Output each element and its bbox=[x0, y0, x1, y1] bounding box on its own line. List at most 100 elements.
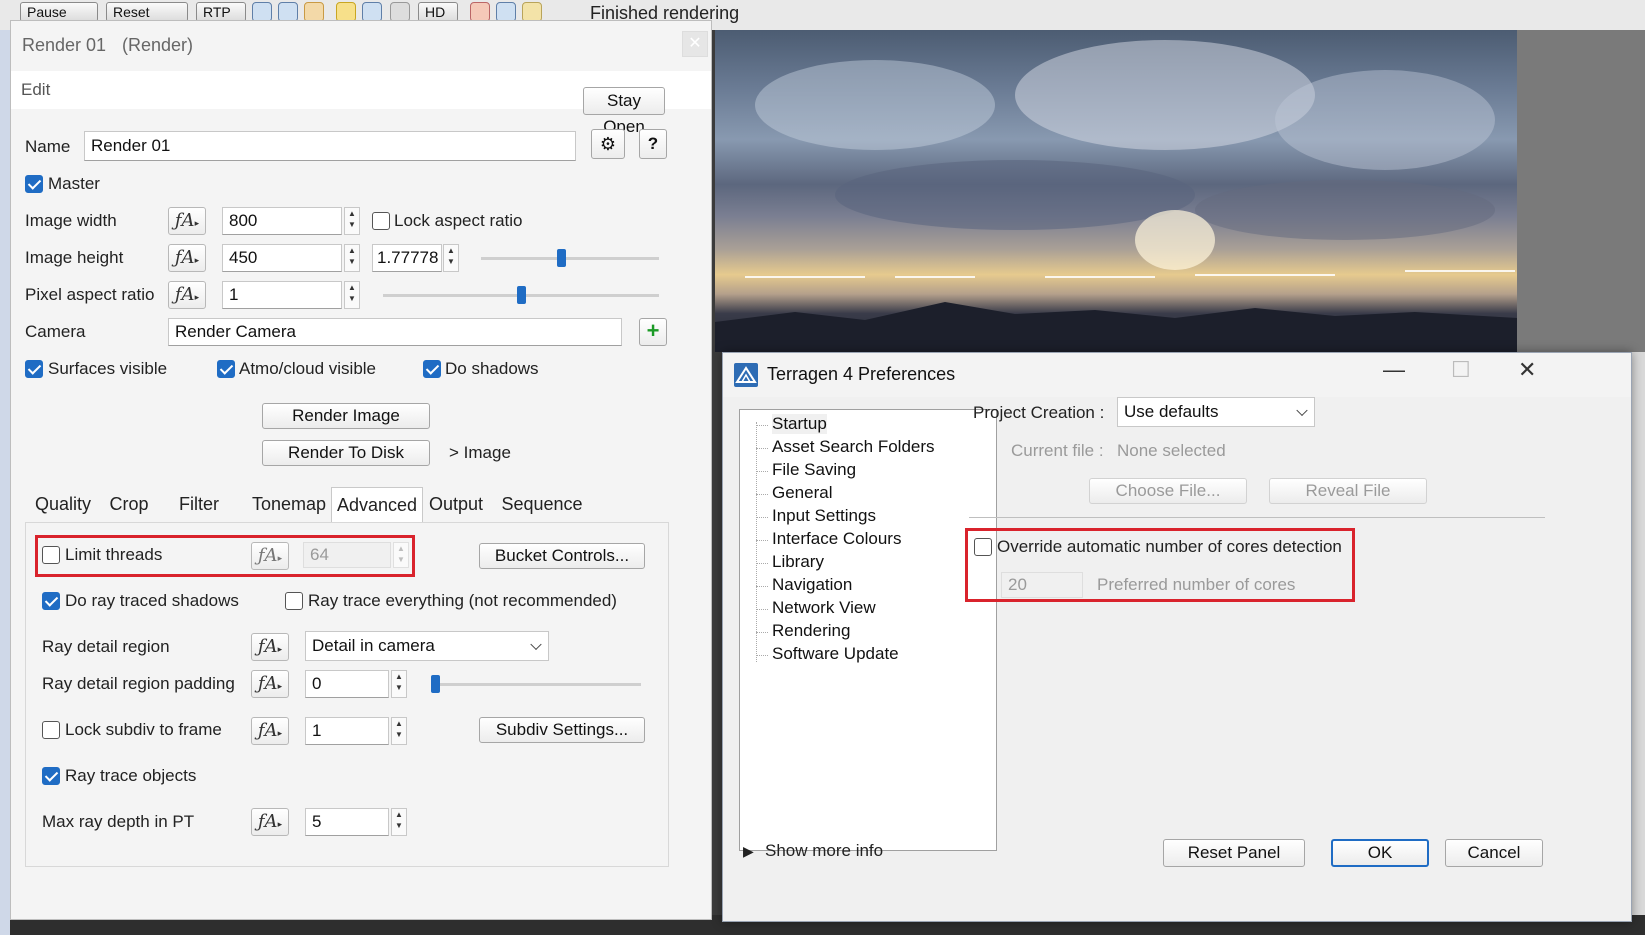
function-icon[interactable]: ƒA▸ bbox=[251, 633, 289, 661]
ray-trace-everything-checkbox[interactable] bbox=[285, 592, 303, 610]
gear-icon[interactable]: ⚙ bbox=[591, 129, 625, 159]
max-ray-depth-field[interactable]: 5 bbox=[305, 808, 389, 836]
pixel-aspect-slider-thumb[interactable] bbox=[516, 286, 526, 304]
view-icon-6[interactable] bbox=[390, 2, 410, 22]
max-ray-depth-stepper[interactable]: ▲ ▼ bbox=[391, 808, 407, 836]
aspect-ratio-stepper[interactable]: ▲ ▼ bbox=[443, 244, 459, 272]
view-icon-3[interactable] bbox=[304, 2, 324, 22]
choose-file-button[interactable]: Choose File... bbox=[1089, 478, 1247, 504]
pixel-aspect-field[interactable]: 1 bbox=[222, 281, 342, 309]
function-icon[interactable]: ƒA▸ bbox=[251, 717, 289, 745]
image-height-field[interactable]: 450 bbox=[222, 244, 342, 272]
ray-trace-objects-checkbox[interactable] bbox=[42, 767, 60, 785]
tree-item-interface-colours[interactable]: Interface Colours bbox=[772, 529, 901, 549]
tab-sequence[interactable]: Sequence bbox=[497, 487, 587, 523]
function-icon[interactable]: ƒA▸ bbox=[168, 207, 206, 235]
override-cores-checkbox[interactable] bbox=[974, 538, 992, 556]
aspect-ratio-slider-thumb[interactable] bbox=[557, 249, 567, 267]
ok-button[interactable]: OK bbox=[1331, 839, 1429, 867]
copy-icon[interactable] bbox=[496, 2, 516, 22]
aspect-ratio-field[interactable]: 1.77778 bbox=[372, 244, 442, 272]
reveal-file-button[interactable]: Reveal File bbox=[1269, 478, 1427, 504]
menu-edit[interactable]: Edit bbox=[21, 80, 50, 100]
pixel-aspect-stepper[interactable]: ▲ ▼ bbox=[344, 281, 360, 309]
master-checkbox[interactable] bbox=[25, 175, 43, 193]
image-link[interactable]: > Image bbox=[449, 443, 511, 463]
atmo-visible-checkbox[interactable] bbox=[217, 360, 235, 378]
render-image-button[interactable]: Render Image bbox=[262, 403, 430, 429]
do-shadows-checkbox[interactable] bbox=[423, 360, 441, 378]
tab-crop[interactable]: Crop bbox=[101, 487, 157, 523]
show-more-info-link[interactable]: Show more info bbox=[765, 841, 883, 861]
ray-detail-padding-field[interactable]: 0 bbox=[305, 670, 389, 698]
tree-item-network-view[interactable]: Network View bbox=[772, 598, 876, 618]
aspect-ratio-slider[interactable] bbox=[481, 257, 659, 260]
function-icon[interactable]: ƒA▸ bbox=[251, 808, 289, 836]
view-icon-2[interactable] bbox=[278, 2, 298, 22]
maximize-icon[interactable]: ☐ bbox=[1451, 357, 1471, 383]
limit-threads-field[interactable]: 64 bbox=[303, 542, 391, 568]
function-icon[interactable]: ƒA▸ bbox=[168, 281, 206, 309]
dialog-titlebar[interactable]: Terragen 4 Preferences — ☐ ✕ bbox=[723, 353, 1631, 397]
image-width-field[interactable]: 800 bbox=[222, 207, 342, 235]
tab-filter[interactable]: Filter bbox=[171, 487, 227, 523]
tree-item-asset-search-folders[interactable]: Asset Search Folders bbox=[772, 437, 935, 457]
tree-item-input-settings[interactable]: Input Settings bbox=[772, 506, 876, 526]
panel-titlebar[interactable]: Render 01 (Render) ✕ bbox=[11, 21, 711, 71]
lock-subdiv-checkbox[interactable] bbox=[42, 721, 60, 739]
function-icon[interactable]: ƒA▸ bbox=[251, 670, 289, 698]
reset-panel-button[interactable]: Reset Panel bbox=[1163, 839, 1305, 867]
tree-item-startup[interactable]: Startup bbox=[772, 414, 827, 434]
function-icon[interactable]: ƒA▸ bbox=[251, 542, 289, 570]
ray-detail-padding-stepper[interactable]: ▲ ▼ bbox=[391, 670, 407, 698]
reset-button[interactable]: Reset bbox=[106, 2, 188, 22]
bucket-controls-button[interactable]: Bucket Controls... bbox=[479, 543, 645, 569]
tab-output[interactable]: Output bbox=[423, 487, 489, 523]
tree-item-rendering[interactable]: Rendering bbox=[772, 621, 850, 641]
image-height-stepper[interactable]: ▲ ▼ bbox=[344, 244, 360, 272]
tab-quality[interactable]: Quality bbox=[31, 487, 95, 523]
tab-tonemap[interactable]: Tonemap bbox=[247, 487, 331, 523]
camera-field[interactable]: Render Camera bbox=[168, 318, 622, 346]
view-icon-5[interactable] bbox=[362, 2, 382, 22]
close-icon[interactable]: ✕ bbox=[682, 31, 708, 57]
render-to-disk-button[interactable]: Render To Disk bbox=[262, 440, 430, 466]
hd-button[interactable]: HD bbox=[418, 2, 458, 22]
view-icon-1[interactable] bbox=[252, 2, 272, 22]
tree-item-software-update[interactable]: Software Update bbox=[772, 644, 899, 664]
stay-open-button[interactable]: Stay Open bbox=[583, 87, 665, 136]
add-icon[interactable]: + bbox=[639, 318, 667, 346]
lock-subdiv-field[interactable]: 1 bbox=[305, 717, 389, 745]
tree-item-file-saving[interactable]: File Saving bbox=[772, 460, 856, 480]
tree-item-general[interactable]: General bbox=[772, 483, 832, 503]
function-icon[interactable]: ƒA▸ bbox=[168, 244, 206, 272]
limit-threads-stepper[interactable]: ▲ ▼ bbox=[393, 542, 409, 568]
ray-traced-shadows-checkbox[interactable] bbox=[42, 592, 60, 610]
project-creation-select[interactable]: Use defaults bbox=[1117, 397, 1315, 427]
brush-icon[interactable] bbox=[470, 2, 490, 22]
help-button[interactable]: ? bbox=[639, 129, 667, 159]
subdiv-settings-button[interactable]: Subdiv Settings... bbox=[479, 717, 645, 743]
save-icon[interactable] bbox=[522, 2, 542, 22]
tab-advanced[interactable]: Advanced bbox=[331, 487, 423, 523]
name-field[interactable]: Render 01 bbox=[84, 131, 576, 161]
close-icon[interactable]: ✕ bbox=[1518, 357, 1536, 383]
ray-detail-padding-slider[interactable] bbox=[431, 683, 641, 686]
cancel-button[interactable]: Cancel bbox=[1445, 839, 1543, 867]
tree-item-navigation[interactable]: Navigation bbox=[772, 575, 852, 595]
image-width-stepper[interactable]: ▲ ▼ bbox=[344, 207, 360, 235]
lock-aspect-checkbox[interactable] bbox=[372, 212, 390, 230]
tree-item-library[interactable]: Library bbox=[772, 552, 824, 572]
scrollbar[interactable] bbox=[1630, 352, 1645, 935]
ray-detail-padding-slider-thumb[interactable] bbox=[431, 675, 440, 693]
pause-button[interactable]: Pause bbox=[20, 2, 98, 22]
ray-detail-region-select[interactable]: Detail in camera bbox=[305, 631, 549, 661]
lock-subdiv-stepper[interactable]: ▲ ▼ bbox=[391, 717, 407, 745]
view-icon-4[interactable] bbox=[336, 2, 356, 22]
expand-arrow-icon[interactable]: ▶ bbox=[743, 843, 754, 860]
limit-threads-checkbox[interactable] bbox=[42, 546, 60, 564]
minimize-icon[interactable]: — bbox=[1383, 357, 1405, 383]
cores-field[interactable]: 20 bbox=[1001, 572, 1083, 598]
surfaces-visible-checkbox[interactable] bbox=[25, 360, 43, 378]
rtp-button[interactable]: RTP bbox=[196, 2, 246, 22]
